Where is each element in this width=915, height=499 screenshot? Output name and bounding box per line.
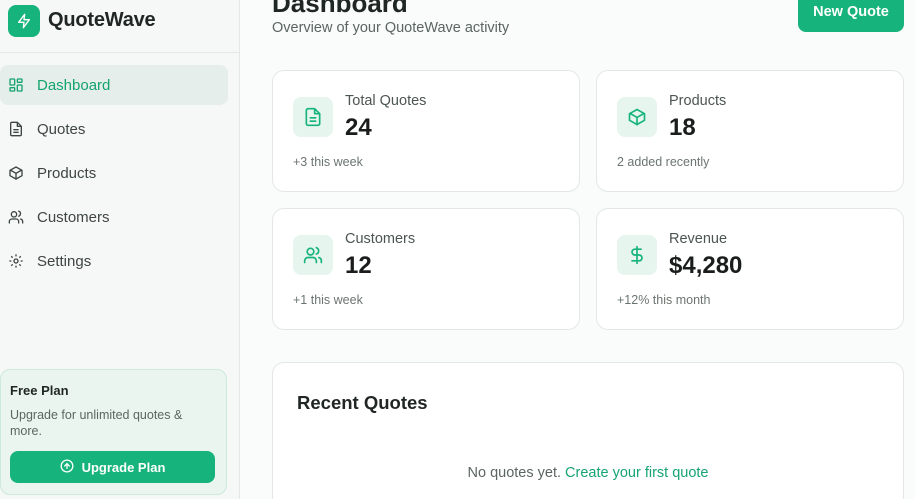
app-root: QuoteWave Dashboard Quotes Products Cust… [0,0,915,499]
box-icon [617,97,657,137]
users-icon [8,209,24,225]
stat-card-customers: Customers 12 +1 this week [272,208,580,330]
stat-card-products: Products 18 2 added recently [596,70,904,192]
stat-card-revenue: Revenue $4,280 +12% this month [596,208,904,330]
app-name: QuoteWave [48,9,156,31]
sidebar-item-quotes[interactable]: Quotes [0,109,228,149]
box-icon [8,165,24,181]
sidebar-item-label: Settings [37,252,92,270]
stat-card-total-quotes: Total Quotes 24 +3 this week [272,70,580,192]
stat-value: $4,280 [669,252,743,279]
brand: QuoteWave [0,0,239,53]
stat-value: 18 [669,114,696,141]
page-title: Dashboard [272,0,408,18]
sidebar-item-label: Customers [37,208,110,226]
gear-icon [8,253,24,269]
plan-title: Free Plan [10,383,69,398]
file-text-icon [8,121,24,137]
arrow-up-circle-icon [60,459,74,476]
empty-state-text: No quotes yet. [467,465,562,481]
stat-note: +12% this month [617,293,711,307]
stat-label: Total Quotes [345,93,427,109]
sidebar-item-label: Quotes [37,120,86,138]
users-icon [293,235,333,275]
new-quote-button[interactable]: New Quote [798,0,904,32]
stat-label: Revenue [669,231,728,247]
main-content: Dashboard Overview of your QuoteWave act… [240,0,915,499]
stat-label: Products [669,93,727,109]
empty-state: No quotes yet. Create your first quote [273,465,903,481]
file-text-icon [293,97,333,137]
plan-card: Free Plan Upgrade for unlimited quotes &… [0,369,227,495]
upgrade-plan-button[interactable]: Upgrade Plan [10,451,215,483]
create-first-quote-link[interactable]: Create your first quote [565,465,708,481]
sidebar-item-customers[interactable]: Customers [0,197,228,237]
upgrade-plan-label: Upgrade Plan [81,459,166,475]
sidebar-item-products[interactable]: Products [0,153,228,193]
sidebar-item-label: Products [37,164,97,182]
sidebar: QuoteWave Dashboard Quotes Products Cust… [0,0,240,499]
sidebar-nav: Dashboard Quotes Products Customers Sett… [0,65,228,285]
dollar-icon [617,235,657,275]
lightning-icon [8,5,40,37]
plan-description: Upgrade for unlimited quotes & more. [10,408,183,438]
stat-label: Customers [345,231,416,247]
stat-value: 24 [345,114,372,141]
stat-note: +1 this week [293,293,363,307]
page-subtitle: Overview of your QuoteWave activity [272,20,510,36]
sidebar-item-settings[interactable]: Settings [0,241,228,281]
stat-note: 2 added recently [617,155,710,169]
recent-quotes-card: Recent Quotes No quotes yet. Create your… [272,362,904,499]
sidebar-item-label: Dashboard [37,76,111,94]
stat-note: +3 this week [293,155,363,169]
recent-quotes-title: Recent Quotes [297,392,428,413]
dashboard-icon [8,77,24,93]
sidebar-item-dashboard[interactable]: Dashboard [0,65,228,105]
stat-value: 12 [345,252,372,279]
